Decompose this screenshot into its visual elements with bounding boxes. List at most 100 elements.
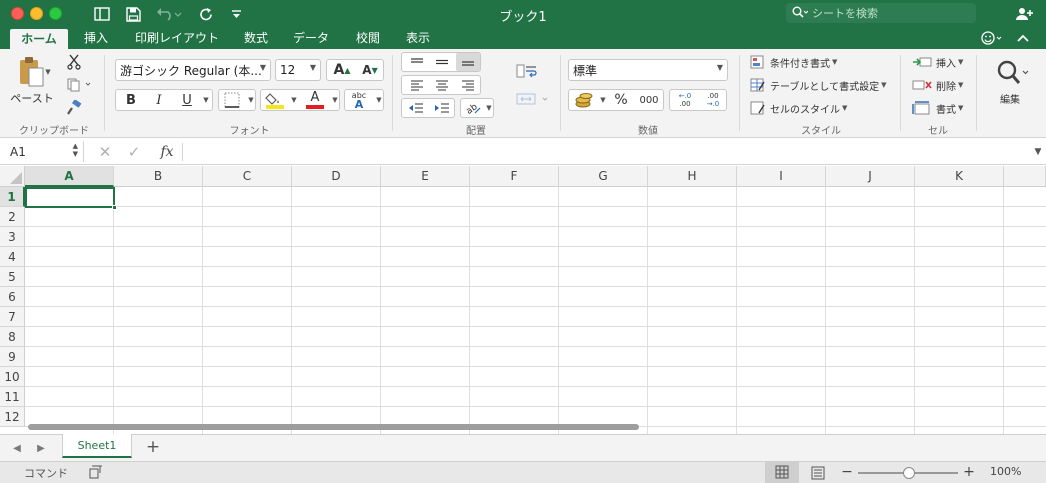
font-color-button[interactable]: A	[303, 90, 327, 110]
collapse-ribbon-icon[interactable]	[1015, 28, 1031, 48]
zoom-in-button[interactable]: +	[962, 463, 976, 481]
insert-cells-button[interactable]: 挿入 ▼	[912, 53, 972, 71]
cut-icon[interactable]	[64, 53, 84, 71]
expand-formula-bar-icon[interactable]: ▼	[1032, 146, 1044, 158]
row-header-11[interactable]: 11	[0, 387, 25, 407]
wrap-text-icon[interactable]	[514, 61, 540, 81]
column-header-b[interactable]: B	[114, 166, 203, 187]
smiley-feedback-icon[interactable]	[980, 28, 1004, 48]
row-header-7[interactable]: 7	[0, 307, 25, 327]
borders-icon[interactable]	[221, 91, 243, 109]
row-header-1[interactable]: 1	[0, 187, 25, 207]
underline-button[interactable]: U	[176, 91, 198, 109]
decrease-decimal-button[interactable]: .00 →.0	[700, 90, 726, 110]
insert-function-button[interactable]: fx	[155, 142, 179, 162]
borders-dropdown-icon[interactable]: ▼	[245, 94, 255, 106]
shrink-font-button[interactable]: A ▼	[357, 61, 383, 79]
column-header-f[interactable]: F	[470, 166, 559, 187]
merge-center-icon[interactable]	[514, 89, 552, 109]
row-header-9[interactable]: 9	[0, 347, 25, 367]
active-cell-highlight[interactable]	[25, 187, 117, 210]
font-color-dropdown-icon[interactable]: ▼	[329, 94, 339, 106]
align-middle-icon[interactable]	[430, 54, 454, 70]
percent-style-button[interactable]: %	[611, 91, 631, 109]
copy-icon[interactable]	[64, 76, 96, 94]
conditional-formatting-button[interactable]: 条件付き書式 ▼	[750, 53, 850, 71]
align-right-icon[interactable]	[456, 77, 480, 93]
tab-data[interactable]: データ	[286, 28, 336, 49]
page-layout-view-icon[interactable]	[808, 464, 828, 481]
select-all-button[interactable]	[0, 166, 25, 187]
align-left-icon[interactable]	[405, 77, 429, 93]
tab-home[interactable]: ホーム	[10, 29, 68, 49]
row-header-3[interactable]: 3	[0, 227, 25, 247]
align-top-icon[interactable]	[405, 54, 429, 70]
column-header-g[interactable]: G	[559, 166, 648, 187]
share-icon[interactable]	[1014, 4, 1034, 24]
zoom-out-button[interactable]: −	[840, 463, 854, 481]
cell-styles-button[interactable]: セルのスタイル ▼	[750, 99, 850, 117]
sidebar-icon[interactable]	[93, 4, 111, 24]
macro-record-icon[interactable]	[86, 464, 106, 480]
accounting-dropdown-icon[interactable]: ▼	[597, 94, 607, 106]
editing-button[interactable]: 編集	[984, 57, 1036, 107]
save-icon[interactable]	[124, 4, 142, 24]
increase-decimal-button[interactable]: ←.0 .00	[672, 90, 698, 110]
normal-view-button[interactable]	[765, 462, 799, 483]
row-header-4[interactable]: 4	[0, 247, 25, 267]
column-header-k[interactable]: K	[915, 166, 1004, 187]
grow-font-button[interactable]: A ▲	[329, 61, 355, 79]
scroll-sheets-left-icon[interactable]: ◀	[10, 441, 24, 455]
maximize-window-button[interactable]	[49, 7, 62, 20]
column-header-i[interactable]: I	[737, 166, 826, 187]
row-header-5[interactable]: 5	[0, 267, 25, 287]
column-header-e[interactable]: E	[381, 166, 470, 187]
delete-cells-button[interactable]: 削除 ▼	[912, 76, 972, 94]
comma-style-button[interactable]: 000	[635, 91, 663, 109]
row-header-2[interactable]: 2	[0, 207, 25, 227]
format-as-table-button[interactable]: テーブルとして書式設定 ▼	[750, 76, 892, 94]
bold-button[interactable]: B	[120, 91, 142, 109]
sheet-search-input[interactable]: シートを検索	[786, 3, 976, 23]
customize-icon[interactable]	[229, 4, 243, 24]
italic-button[interactable]: I	[148, 91, 170, 109]
phonetic-guide-button[interactable]: abc A	[347, 90, 371, 110]
formula-input[interactable]	[190, 143, 1020, 161]
minimize-window-button[interactable]	[30, 7, 43, 20]
cancel-entry-icon[interactable]: ✕	[96, 143, 114, 161]
column-header-a[interactable]: A	[25, 166, 114, 187]
format-cells-button[interactable]: 書式 ▼	[912, 99, 972, 117]
row-header-10[interactable]: 10	[0, 367, 25, 387]
font-name-select[interactable]: 游ゴシック Regular (本... ▼	[115, 59, 271, 81]
sheet-tab-sheet1[interactable]: Sheet1	[62, 434, 132, 458]
tab-review[interactable]: 校閲	[348, 28, 388, 49]
zoom-level[interactable]: 100%	[990, 465, 1021, 478]
add-sheet-button[interactable]: +	[144, 437, 162, 457]
horizontal-scrollbar[interactable]	[28, 424, 639, 430]
close-window-button[interactable]	[11, 7, 24, 20]
paste-dropdown-icon[interactable]: ▼	[42, 67, 52, 77]
tab-page-layout[interactable]: 印刷レイアウト	[124, 28, 230, 49]
column-header-j[interactable]: J	[826, 166, 915, 187]
paste-button[interactable]: ペースト	[8, 55, 56, 107]
column-header-d[interactable]: D	[292, 166, 381, 187]
number-format-select[interactable]: 標準 ▼	[568, 59, 728, 81]
increase-indent-icon[interactable]	[430, 100, 454, 116]
row-header-12[interactable]: 12	[0, 407, 25, 427]
scroll-sheets-right-icon[interactable]: ▶	[34, 441, 48, 455]
zoom-slider-thumb[interactable]	[903, 467, 915, 479]
tab-view[interactable]: 表示	[398, 28, 438, 49]
column-header-c[interactable]: C	[203, 166, 292, 187]
accounting-format-icon[interactable]	[571, 91, 597, 109]
align-center-icon[interactable]	[430, 77, 454, 93]
text-orientation-icon[interactable]: ab	[463, 100, 483, 116]
row-header-6[interactable]: 6	[0, 287, 25, 307]
undo-icon[interactable]	[154, 4, 184, 24]
decrease-indent-icon[interactable]	[404, 100, 428, 116]
fill-color-dropdown-icon[interactable]: ▼	[288, 94, 298, 106]
orientation-dropdown-icon[interactable]: ▼	[483, 102, 493, 114]
underline-dropdown-icon[interactable]: ▼	[200, 94, 210, 106]
fill-handle[interactable]	[112, 205, 117, 210]
font-size-select[interactable]: 12 ▼	[275, 59, 321, 81]
tab-formulas[interactable]: 数式	[238, 28, 274, 49]
